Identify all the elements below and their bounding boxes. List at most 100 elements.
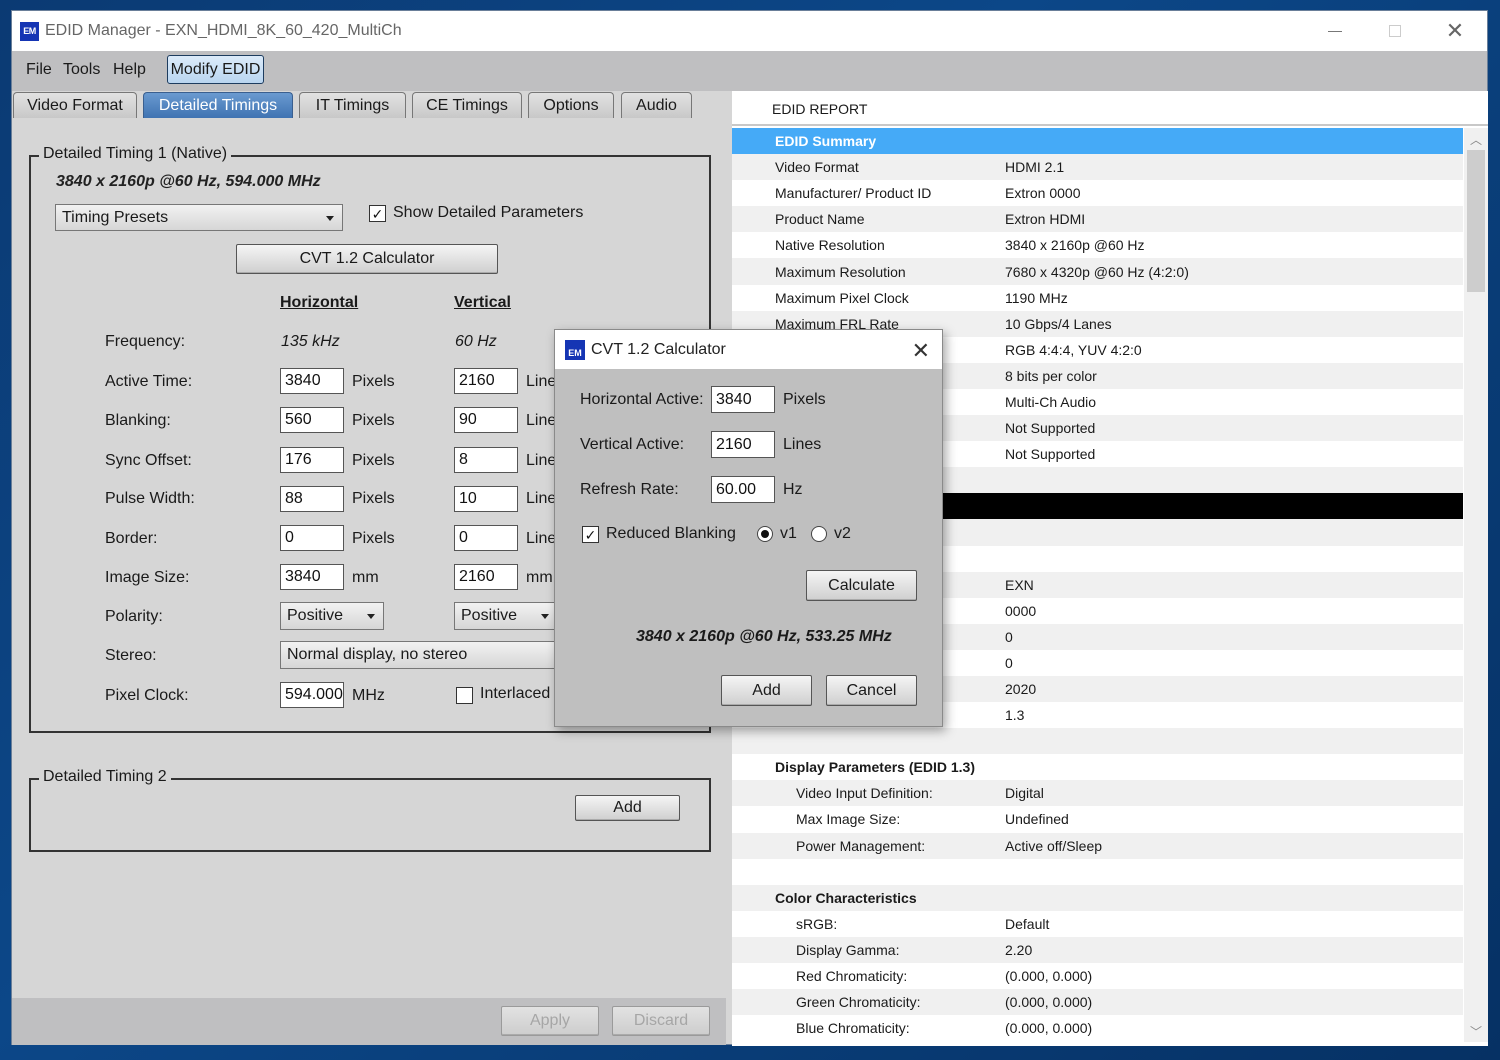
timing-presets-dropdown[interactable]: Timing Presets xyxy=(55,204,343,231)
report-header: EDID REPORT xyxy=(732,91,1488,126)
active-time-h-input[interactable]: 3840 xyxy=(280,368,344,394)
pulse-width-h-input[interactable]: 88 xyxy=(280,486,344,512)
report-scrollbar[interactable]: ︿ ﹀ xyxy=(1464,128,1488,1042)
close-button[interactable]: ✕ xyxy=(1425,11,1485,51)
report-row[interactable]: Maximum Pixel Clock 1190 MHz xyxy=(732,284,1463,311)
report-key: Display Gamma: xyxy=(796,941,900,958)
menu-file[interactable]: File xyxy=(26,61,52,79)
report-row[interactable]: Max Image Size: Undefined xyxy=(732,806,1463,833)
tab-audio[interactable]: Audio xyxy=(621,92,692,118)
title-bar: EM EDID Manager - EXN_HDMI_8K_60_420_Mul… xyxy=(12,11,1487,51)
tab-it-timings[interactable]: IT Timings xyxy=(299,92,406,118)
sync-offset-h-input[interactable]: 176 xyxy=(280,447,344,473)
report-row[interactable]: Manufacturer/ Product ID Extron 0000 xyxy=(732,180,1463,207)
report-value: 0 xyxy=(1005,654,1013,671)
report-key: Product Name xyxy=(775,211,865,228)
image-size-v-input[interactable]: 2160 xyxy=(454,564,518,590)
reduced-blanking-checkbox[interactable]: ✓ xyxy=(582,526,599,543)
report-row[interactable]: Product Name Extron HDMI xyxy=(732,206,1463,233)
pixel-clock-unit: MHz xyxy=(352,687,385,704)
add-timing-2-button[interactable]: Add xyxy=(575,795,680,821)
pixel-clock-input[interactable]: 594.000 xyxy=(280,682,344,708)
polarity-h-dropdown[interactable]: Positive xyxy=(280,602,384,630)
reduced-blanking-label: Reduced Blanking xyxy=(606,525,736,542)
horizontal-active-label: Horizontal Active: xyxy=(580,391,704,408)
dialog-add-button[interactable]: Add xyxy=(721,675,812,706)
report-row[interactable]: Power Management: Active off/Sleep xyxy=(732,832,1463,859)
active-time-v-input[interactable]: 2160 xyxy=(454,368,518,394)
report-key: Display Parameters (EDID 1.3) xyxy=(775,759,975,776)
report-value: 2.20 xyxy=(1005,941,1033,958)
discard-button[interactable]: Discard xyxy=(612,1006,710,1036)
window-title: EDID Manager - EXN_HDMI_8K_60_420_MultiC… xyxy=(45,22,402,39)
maximize-button[interactable] xyxy=(1365,11,1425,51)
refresh-rate-input[interactable]: 60.00 xyxy=(711,476,775,503)
scroll-down-icon[interactable]: ﹀ xyxy=(1464,1020,1488,1042)
cvt-calculator-button[interactable]: CVT 1.2 Calculator xyxy=(236,244,498,274)
report-value: Extron 0000 xyxy=(1005,185,1081,202)
vertical-frequency-value: 60 Hz xyxy=(455,333,497,350)
calculate-button[interactable]: Calculate xyxy=(806,570,917,601)
report-section-header[interactable]: EDID Summary xyxy=(732,128,1463,155)
report-row[interactable]: Video Input Definition: Digital xyxy=(732,780,1463,807)
menu-bar: File Tools Help Modify EDID xyxy=(12,51,1487,91)
image-size-h-input[interactable]: 3840 xyxy=(280,564,344,590)
horizontal-frequency-value: 135 kHz xyxy=(281,333,340,350)
report-value: 10 Gbps/4 Lanes xyxy=(1005,315,1112,332)
interlaced-checkbox[interactable] xyxy=(456,687,473,704)
report-row[interactable]: Color Characteristics xyxy=(732,884,1463,911)
report-row[interactable]: sRGB: Default xyxy=(732,910,1463,937)
report-key: Power Management: xyxy=(796,837,926,854)
tab-ce-timings[interactable]: CE Timings xyxy=(412,92,522,118)
report-row[interactable]: Green Chromaticity: (0.000, 0.000) xyxy=(732,989,1463,1016)
report-row[interactable]: Native Resolution 3840 x 2160p @60 Hz xyxy=(732,232,1463,259)
cvt-calculator-dialog: EM CVT 1.2 Calculator ✕ Horizontal Activ… xyxy=(554,329,943,727)
tab-video-format[interactable]: Video Format xyxy=(13,92,137,118)
report-row[interactable] xyxy=(732,858,1463,885)
menu-help[interactable]: Help xyxy=(113,61,146,79)
report-key: Video Format xyxy=(775,159,859,176)
report-row[interactable]: Display Parameters (EDID 1.3) xyxy=(732,754,1463,781)
dialog-cancel-button[interactable]: Cancel xyxy=(826,675,917,706)
polarity-v-dropdown[interactable]: Positive xyxy=(454,602,558,630)
report-value: Undefined xyxy=(1005,811,1069,828)
report-key: Maximum Pixel Clock xyxy=(775,289,909,306)
apply-button[interactable]: Apply xyxy=(501,1006,599,1036)
image-size-h-unit: mm xyxy=(352,569,379,586)
v2-radio[interactable] xyxy=(811,526,827,542)
active-time-label: Active Time: xyxy=(105,373,193,390)
report-key: Red Chromaticity: xyxy=(796,968,908,985)
report-row[interactable] xyxy=(732,728,1463,755)
border-h-input[interactable]: 0 xyxy=(280,525,344,551)
report-value: (0.000, 0.000) xyxy=(1005,994,1093,1011)
report-value: Not Supported xyxy=(1005,446,1096,463)
scroll-thumb[interactable] xyxy=(1467,150,1485,292)
pulse-width-v-input[interactable]: 10 xyxy=(454,486,518,512)
image-size-v-unit: mm xyxy=(526,569,553,586)
report-value: Active off/Sleep xyxy=(1005,837,1103,854)
report-row[interactable]: Video Format HDMI 2.1 xyxy=(732,154,1463,181)
blanking-h-input[interactable]: 560 xyxy=(280,407,344,433)
border-h-unit: Pixels xyxy=(352,530,395,547)
modify-edid-button[interactable]: Modify EDID xyxy=(167,55,264,84)
report-row[interactable]: Red Chromaticity: (0.000, 0.000) xyxy=(732,963,1463,990)
vertical-active-input[interactable]: 2160 xyxy=(711,431,775,458)
report-key: sRGB: xyxy=(796,915,838,932)
minimize-button[interactable] xyxy=(1305,11,1365,51)
stereo-dropdown[interactable]: Normal display, no stereo xyxy=(280,641,570,669)
scroll-up-icon[interactable]: ︿ xyxy=(1464,128,1488,150)
report-value: 0000 xyxy=(1005,602,1037,619)
horizontal-active-input[interactable]: 3840 xyxy=(711,386,775,413)
border-v-input[interactable]: 0 xyxy=(454,525,518,551)
v1-radio[interactable] xyxy=(757,526,773,542)
dialog-close-icon[interactable]: ✕ xyxy=(912,338,930,364)
sync-offset-v-input[interactable]: 8 xyxy=(454,447,518,473)
tab-options[interactable]: Options xyxy=(528,92,614,118)
tab-detailed-timings[interactable]: Detailed Timings xyxy=(143,92,293,118)
report-row[interactable]: Maximum Resolution 7680 x 4320p @60 Hz (4… xyxy=(732,258,1463,285)
menu-tools[interactable]: Tools xyxy=(63,61,100,79)
report-row[interactable]: Display Gamma: 2.20 xyxy=(732,936,1463,963)
report-row[interactable]: Blue Chromaticity: (0.000, 0.000) xyxy=(732,1015,1463,1042)
blanking-v-input[interactable]: 90 xyxy=(454,407,518,433)
show-detailed-parameters-checkbox[interactable]: ✓ xyxy=(369,205,386,222)
